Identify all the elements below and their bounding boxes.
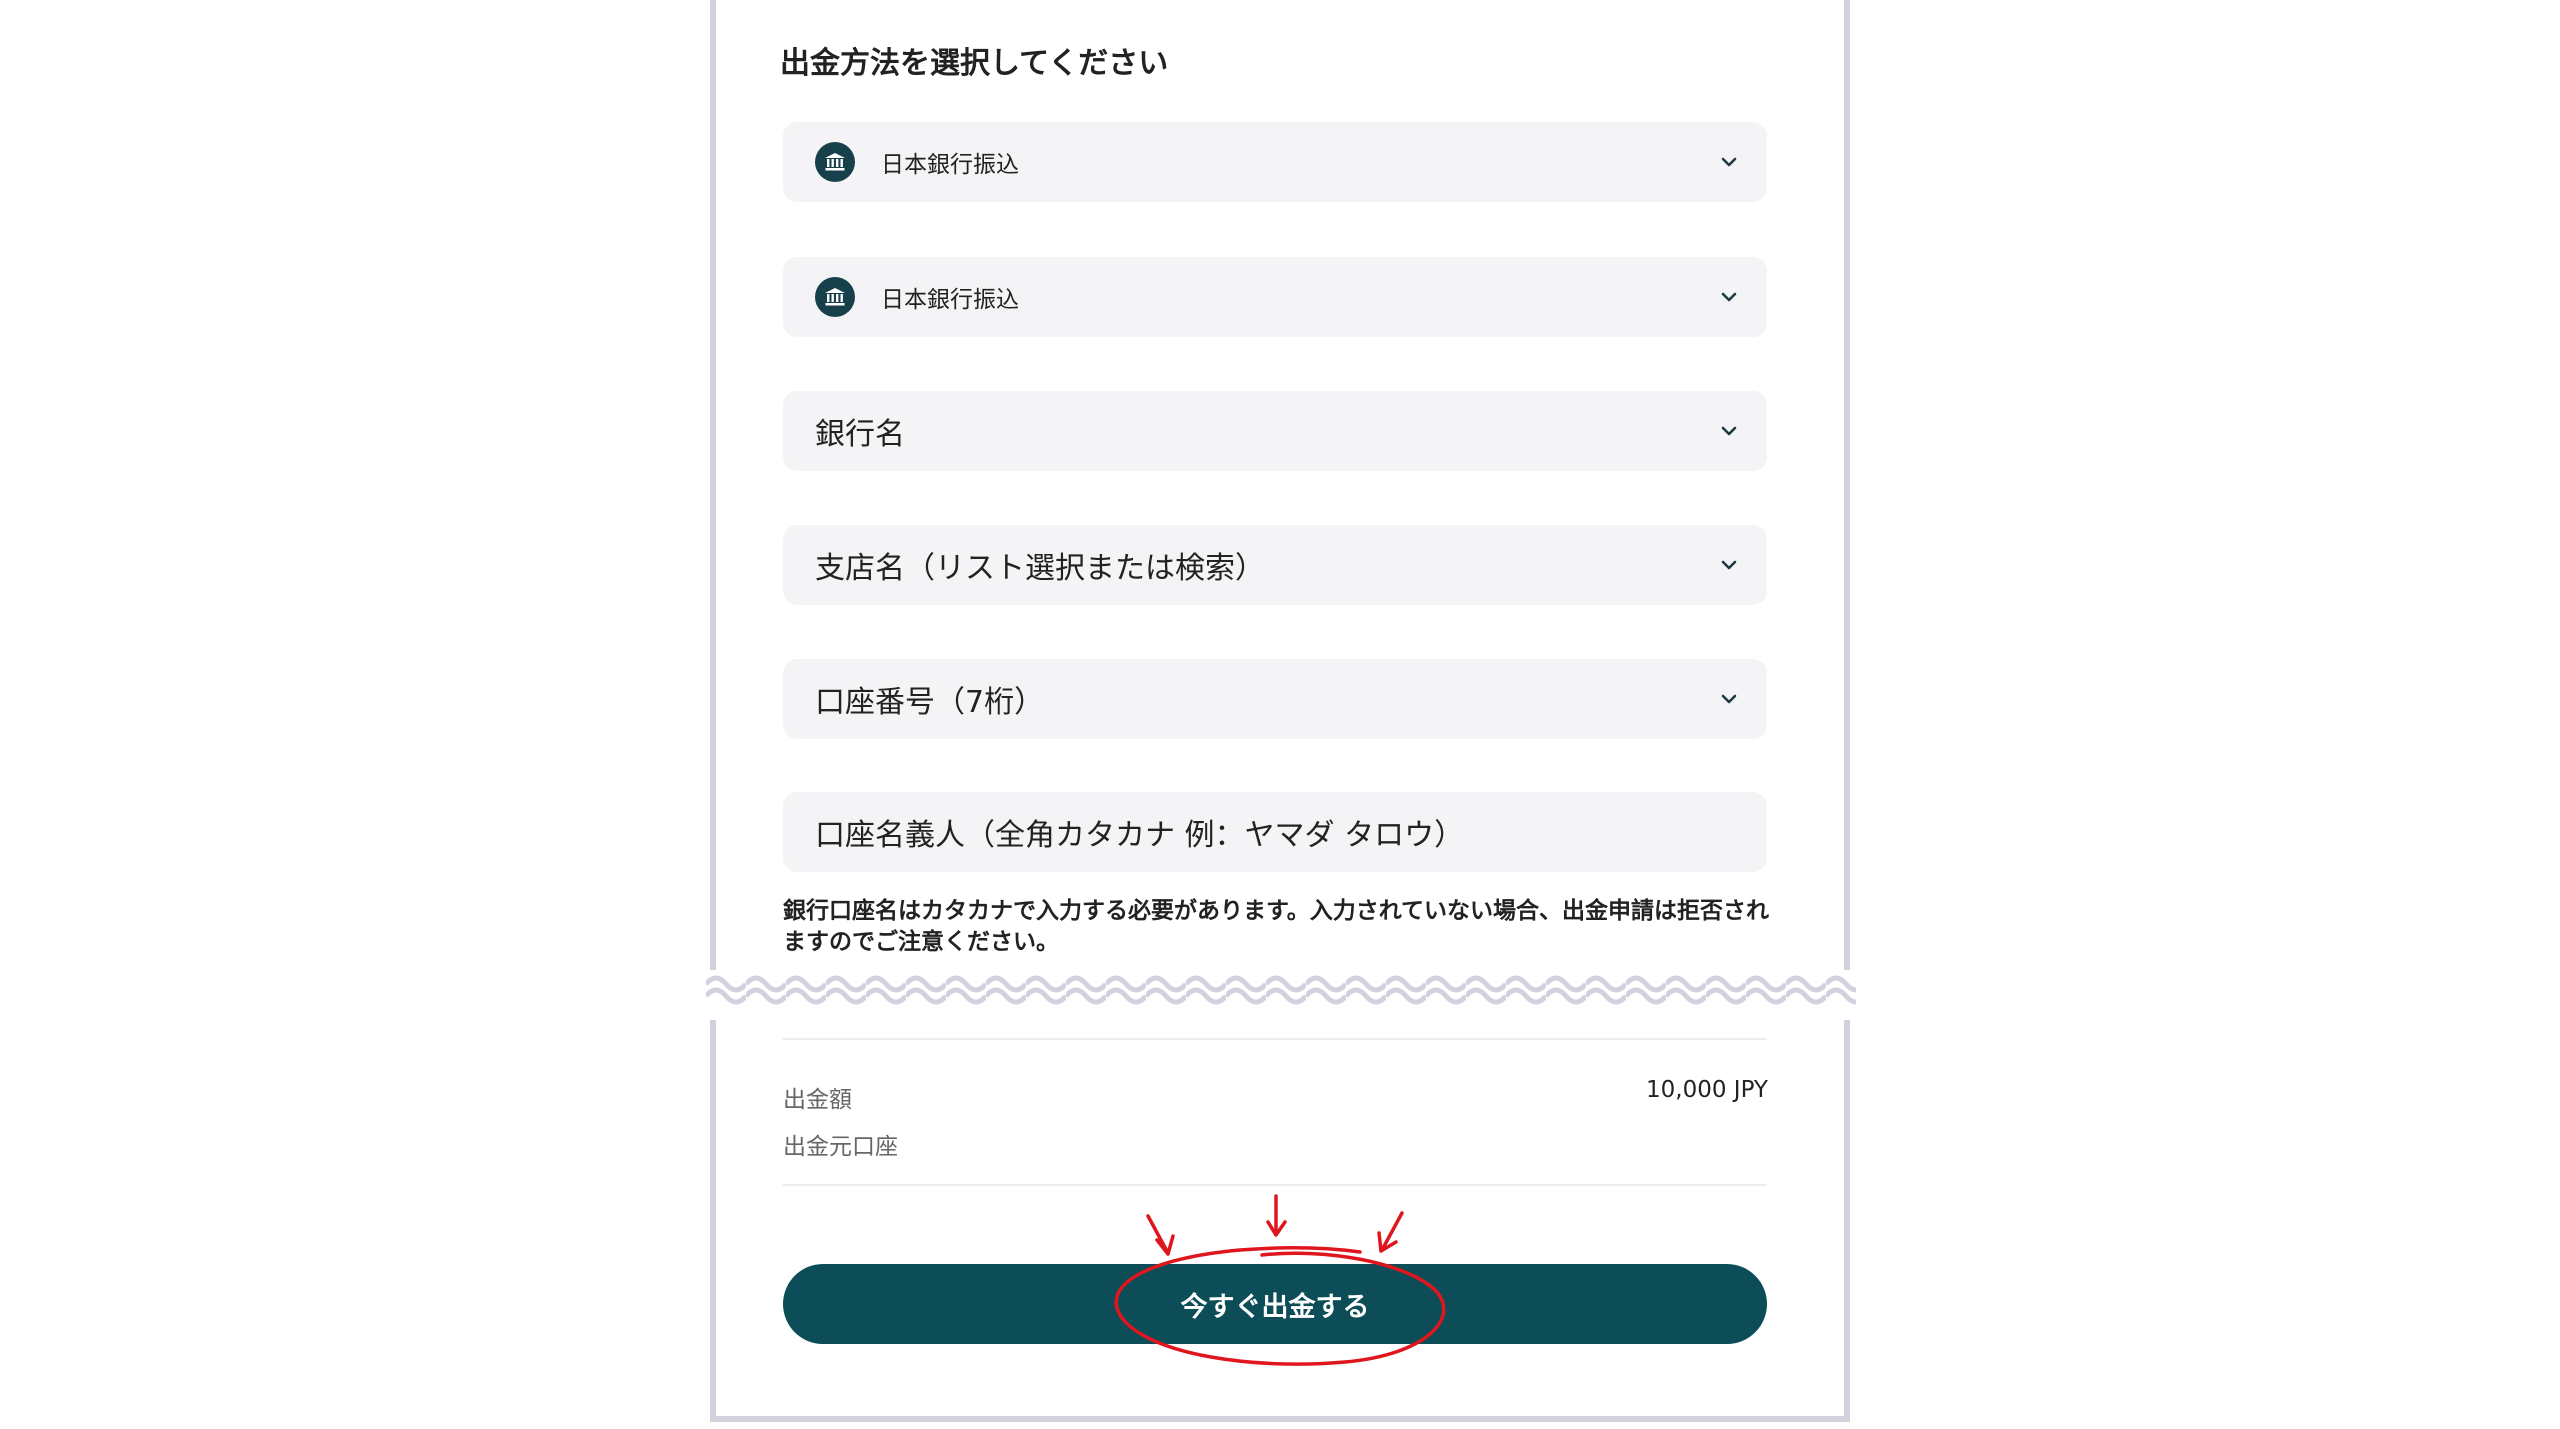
account-number-label: 口座番号（7桁） [815, 685, 1045, 720]
account-holder-input[interactable]: 口座名義人（全角カタカナ 例：ヤマダ タロウ） [783, 792, 1767, 872]
withdrawal-method-select[interactable]: 日本銀行振込 [783, 122, 1767, 202]
amount-label: 出金額 [783, 1087, 852, 1113]
source-account-label: 出金元口座 [783, 1134, 898, 1160]
bank-icon [815, 142, 855, 182]
chevron-down-icon [1721, 157, 1737, 167]
chevron-down-icon [1721, 426, 1737, 436]
chevron-down-icon [1721, 560, 1737, 570]
katakana-notice: 銀行口座名はカタカナで入力する必要があります。入力されていない場合、出金申請は拒… [783, 898, 1770, 955]
summary-top-divider [783, 1038, 1767, 1040]
bank-name-select[interactable]: 銀行名 [783, 391, 1767, 471]
withdrawal-method-label: 日本銀行振込 [881, 287, 1019, 313]
summary-bottom-divider [783, 1184, 1767, 1186]
withdraw-now-button[interactable]: 今すぐ出金する [783, 1264, 1767, 1344]
torn-edge-divider [706, 960, 1856, 1020]
account-number-select[interactable]: 口座番号（7桁） [783, 659, 1767, 739]
branch-name-label: 支店名（リスト選択または検索） [815, 551, 1265, 586]
chevron-down-icon [1721, 292, 1737, 302]
bank-icon [815, 277, 855, 317]
page-title: 出金方法を選択してください [780, 46, 1169, 81]
withdrawal-method-select-secondary[interactable]: 日本銀行振込 [783, 257, 1767, 337]
branch-name-select[interactable]: 支店名（リスト選択または検索） [783, 525, 1767, 605]
chevron-down-icon [1721, 694, 1737, 704]
bank-name-label: 銀行名 [815, 417, 905, 452]
amount-value: 10,000 JPY [1646, 1077, 1768, 1103]
account-holder-placeholder: 口座名義人（全角カタカナ 例：ヤマダ タロウ） [815, 818, 1465, 853]
withdrawal-method-label: 日本銀行振込 [881, 152, 1019, 178]
